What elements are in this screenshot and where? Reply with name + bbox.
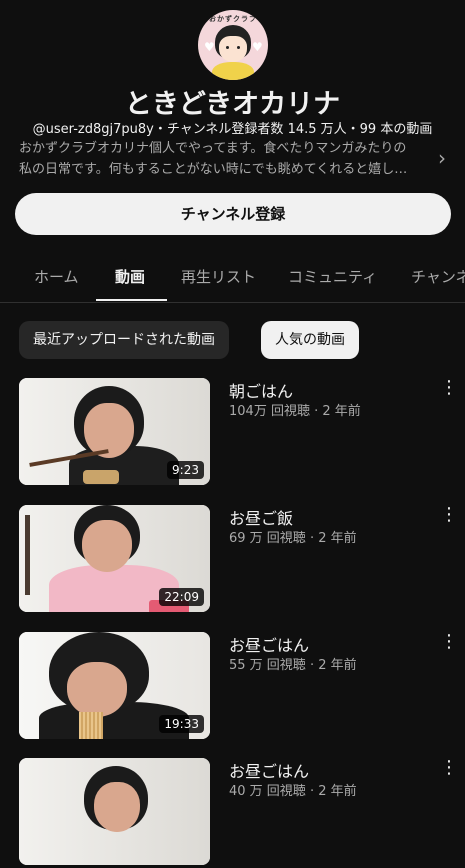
subscribe-button[interactable]: チャンネル登録 bbox=[15, 193, 451, 235]
more-vert-icon[interactable]: ⋮ bbox=[440, 378, 458, 398]
video-thumbnail[interactable]: 22:09 bbox=[19, 505, 210, 612]
more-vert-icon[interactable]: ⋮ bbox=[440, 505, 458, 525]
video-title[interactable]: お昼ご飯 bbox=[229, 505, 293, 529]
video-duration: 9:23 bbox=[167, 461, 204, 479]
person-face bbox=[94, 782, 140, 832]
video-thumbnail[interactable] bbox=[19, 758, 210, 865]
more-vert-icon[interactable]: ⋮ bbox=[440, 632, 458, 652]
active-tab-indicator bbox=[96, 299, 167, 301]
avatar-text: おかずクラブ bbox=[209, 15, 257, 23]
video-item[interactable]: 22:09 お昼ご飯 69 万 回視聴 · 2 年前 ⋮ bbox=[0, 505, 465, 615]
noodles bbox=[79, 712, 103, 739]
video-thumbnail[interactable]: 9:23 bbox=[19, 378, 210, 485]
description-line: おかずクラブオカリナ個人でやってます。食べたりマンガみたりの bbox=[19, 141, 407, 156]
description-line: 私の日常です。何もすることがない時にでも眺めてくれると嬉し… bbox=[19, 162, 408, 177]
video-duration: 19:33 bbox=[159, 715, 204, 733]
heart-icon: ♥ bbox=[204, 40, 215, 54]
channel-name: ときどきオカリナ bbox=[124, 89, 341, 120]
person-face bbox=[84, 403, 134, 458]
video-title[interactable]: お昼ごはん bbox=[229, 632, 309, 656]
video-meta: 40 万 回視聴 · 2 年前 bbox=[229, 784, 357, 799]
chopsticks bbox=[25, 515, 30, 595]
heart-icon: ♥ bbox=[252, 40, 263, 54]
more-vert-icon[interactable]: ⋮ bbox=[440, 758, 458, 778]
person-face bbox=[67, 662, 127, 717]
tab-playlists[interactable]: 再生リスト bbox=[181, 266, 256, 287]
video-meta: 104万 回視聴 · 2 年前 bbox=[229, 404, 361, 419]
filter-recent-chip[interactable]: 最近アップロードされた動画 bbox=[19, 321, 229, 359]
channel-description[interactable]: おかずクラブオカリナ個人でやってます。食べたりマンガみたりの 私の日常です。何も… bbox=[19, 138, 424, 180]
video-title[interactable]: お昼ごはん bbox=[229, 758, 309, 782]
avatar-shirt bbox=[212, 62, 254, 80]
channel-meta[interactable]: @user-zd8gj7pu8y・チャンネル登録者数 14.5 万人・99 本の… bbox=[0, 118, 465, 137]
avatar-eye bbox=[237, 46, 240, 49]
person-face bbox=[82, 520, 132, 572]
video-duration: 22:09 bbox=[159, 588, 204, 606]
channel-avatar[interactable]: おかずクラブ ♥ ♥ bbox=[198, 10, 268, 80]
filter-popular-chip[interactable]: 人気の動画 bbox=[261, 321, 359, 359]
video-item[interactable]: お昼ごはん 40 万 回視聴 · 2 年前 ⋮ bbox=[0, 758, 465, 868]
chevron-right-icon[interactable]: › bbox=[438, 146, 446, 170]
avatar-face bbox=[219, 36, 247, 62]
avatar-eye bbox=[226, 46, 229, 49]
video-item[interactable]: 9:23 朝ごはん 104万 回視聴 · 2 年前 ⋮ bbox=[0, 378, 465, 488]
video-item[interactable]: 19:33 お昼ごはん 55 万 回視聴 · 2 年前 ⋮ bbox=[0, 632, 465, 742]
video-title[interactable]: 朝ごはん bbox=[229, 378, 293, 402]
video-meta: 69 万 回視聴 · 2 年前 bbox=[229, 531, 357, 546]
tab-home[interactable]: ホーム bbox=[34, 266, 79, 287]
tab-channels[interactable]: チャンネル bbox=[411, 266, 465, 287]
channel-tabs: ホーム 動画 再生リスト コミュニティ チャンネル bbox=[0, 254, 465, 303]
tab-community[interactable]: コミュニティ bbox=[288, 266, 377, 287]
video-meta: 55 万 回視聴 · 2 年前 bbox=[229, 658, 357, 673]
video-thumbnail[interactable]: 19:33 bbox=[19, 632, 210, 739]
tab-videos[interactable]: 動画 bbox=[115, 266, 145, 287]
bowl bbox=[83, 470, 119, 484]
